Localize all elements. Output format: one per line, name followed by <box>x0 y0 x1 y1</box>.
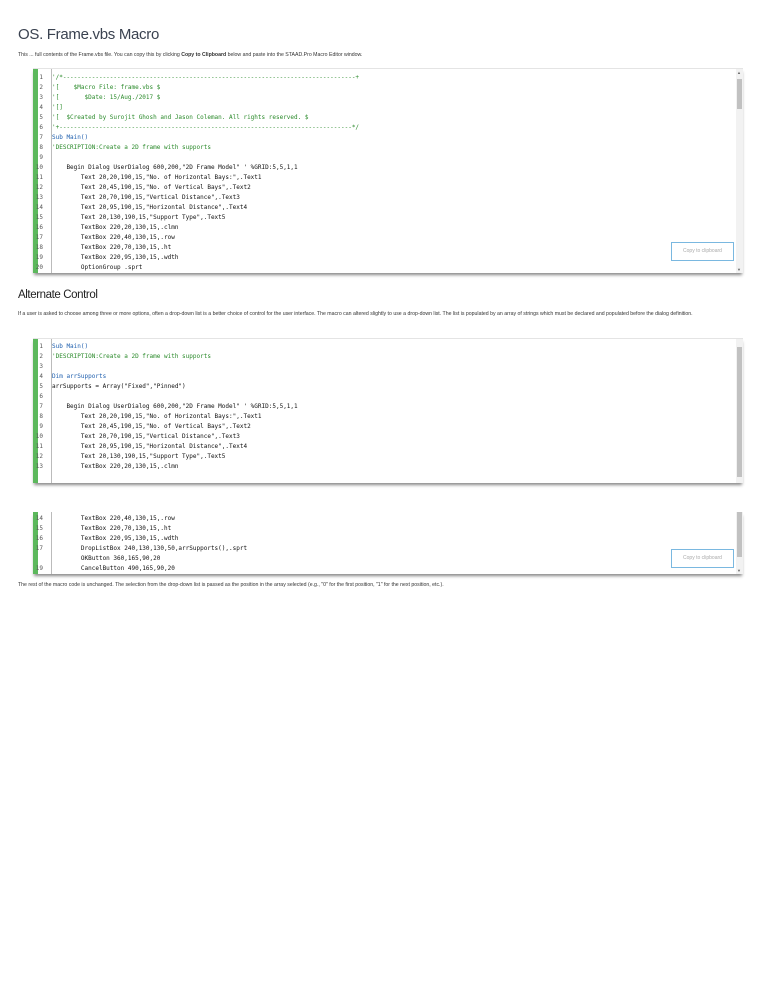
line-number: 5 <box>39 383 43 390</box>
line-number: 10 <box>35 433 43 440</box>
code-text: '/*-------------------------------------… <box>52 74 360 81</box>
scrollbar[interactable] <box>736 339 743 483</box>
copy-to-clipboard-button[interactable]: Copy to clipboard <box>671 242 734 261</box>
line-number: 1 <box>39 343 43 350</box>
intro-part: This ... full contents of the Frame.vbs … <box>18 52 182 58</box>
code-text: TextBox 220,40,130,15,.row <box>52 234 175 241</box>
code-text: TextBox 220,40,130,15,.row <box>52 515 175 522</box>
code-text: '+--------------------------------------… <box>52 124 360 131</box>
line-number: 7 <box>39 403 43 410</box>
line-number: 7 <box>39 134 43 141</box>
code-text: TextBox 220,95,130,15,.wdth <box>52 535 179 542</box>
line-number: 1 <box>39 74 43 81</box>
line-number: 17 <box>35 545 43 552</box>
code-text: Text 20,45,190,15,"No. of Vertical Bays"… <box>52 184 251 191</box>
scrollbar[interactable]: ▼ <box>736 512 743 574</box>
scroll-down-icon[interactable]: ▼ <box>737 568 741 573</box>
code-text: Begin Dialog UserDialog 600,200,"2D Fram… <box>52 164 298 171</box>
code-block-alternate[interactable]: 1 Sub Main() 2 'DESCRIPTION:Create a 2D fra… <box>33 338 743 483</box>
code-text: Text 20,20,190,15,"No. of Horizontal Bay… <box>52 174 262 181</box>
code-text: CancelButton 490,165,90,20 <box>52 565 175 572</box>
intro-end: below and paste into the STAAD.Pro Macro… <box>226 52 363 58</box>
code-text: TextBox 220,20,130,15,.clmn <box>52 224 179 231</box>
code-text: TextBox 220,20,130,15,.clmn <box>52 463 179 470</box>
line-number: 10 <box>35 164 43 171</box>
code-text: Text 20,130,190,15,"Support Type",.Text5 <box>52 214 226 221</box>
code-text: Sub Main() <box>52 343 89 350</box>
line-number: 14 <box>35 515 43 522</box>
section-title: Alternate Control <box>18 289 98 301</box>
line-number: 3 <box>39 363 43 370</box>
line-number: 6 <box>39 393 43 400</box>
code-text: Text 20,70,190,15,"Vertical Distance",.T… <box>52 433 240 440</box>
scrollbar[interactable]: ▲ ▼ <box>736 69 743 273</box>
line-number: 2 <box>39 353 43 360</box>
footer-text: The rest of the macro code is unchanged.… <box>18 582 444 588</box>
code-text: '[ $Created by Surojit Ghosh and Jason C… <box>52 114 309 121</box>
code-text: TextBox 220,95,130,15,.wdth <box>52 254 179 261</box>
code-text: Text 20,70,190,15,"Vertical Distance",.T… <box>52 194 240 201</box>
code-text: arrSupports = Array("Fixed","Pinned") <box>52 383 186 390</box>
scroll-thumb[interactable] <box>737 347 742 477</box>
line-number: 13 <box>35 463 43 470</box>
code-text: OptionGroup .sprt <box>52 264 143 271</box>
line-number: 3 <box>39 94 43 101</box>
code-text: Text 20,95,190,15,"Horizontal Distance",… <box>52 204 248 211</box>
line-number: 20 <box>35 264 43 271</box>
copy-to-clipboard-button[interactable]: Copy to clipboard <box>671 549 734 568</box>
line-number: 15 <box>35 214 43 221</box>
line-number: 8 <box>39 413 43 420</box>
code-text: Text 20,20,190,15,"No. of Horizontal Bay… <box>52 413 262 420</box>
code-text: '[] <box>52 104 63 111</box>
code-text: Text 20,130,190,15,"Support Type",.Text5 <box>52 453 226 460</box>
page-title: OS. Frame.vbs Macro <box>18 26 159 43</box>
line-number: 16 <box>35 535 43 542</box>
code-text: Text 20,45,190,15,"No. of Vertical Bays"… <box>52 423 251 430</box>
code-text: DropListBox 240,130,130,50,arrSupports()… <box>52 545 248 552</box>
scroll-down-icon[interactable]: ▼ <box>737 267 741 272</box>
scroll-thumb[interactable] <box>737 79 742 109</box>
line-number: 9 <box>39 154 43 161</box>
line-number: 14 <box>35 204 43 211</box>
code-text: OKButton 360,165,90,20 <box>52 555 161 562</box>
line-number: 19 <box>35 254 43 261</box>
code-block-alternate-continued[interactable]: ▼ Copy to clipboard 14 TextBox 220,40,13… <box>33 512 743 574</box>
code-text: '[ $Macro File: frame.vbs $ <box>52 84 161 91</box>
line-number: 19 <box>35 565 43 572</box>
line-number: 11 <box>35 174 43 181</box>
line-number: 15 <box>35 525 43 532</box>
code-text: '[ $Date: 15/Aug./2017 $ <box>52 94 161 101</box>
scroll-thumb[interactable] <box>737 512 742 557</box>
code-text: TextBox 220,70,130,15,.ht <box>52 244 172 251</box>
line-number: 16 <box>35 224 43 231</box>
code-text: 'DESCRIPTION:Create a 2D frame with supp… <box>52 353 211 360</box>
code-text: Text 20,95,190,15,"Horizontal Distance",… <box>52 443 248 450</box>
line-number: 4 <box>39 373 43 380</box>
code-text: TextBox 220,70,130,15,.ht <box>52 525 172 532</box>
section-text: If a user is asked to choose among three… <box>18 311 693 317</box>
line-number: 13 <box>35 194 43 201</box>
line-number: 6 <box>39 124 43 131</box>
code-block-frame[interactable]: ▲ ▼ Copy to clipboard 1 '/*---------------… <box>33 68 743 273</box>
line-number: 8 <box>39 144 43 151</box>
line-number: 18 <box>35 244 43 251</box>
line-number: 4 <box>39 104 43 111</box>
line-number: 12 <box>35 453 43 460</box>
scroll-up-icon[interactable]: ▲ <box>737 70 741 75</box>
intro-bold: Copy to Clipboard <box>181 52 227 58</box>
code-text: Sub Main() <box>52 134 89 141</box>
line-number: 17 <box>35 234 43 241</box>
line-number: 12 <box>35 184 43 191</box>
line-number: 9 <box>39 423 43 430</box>
line-number: 2 <box>39 84 43 91</box>
line-number: 11 <box>35 443 43 450</box>
code-text: Dim arrSupports <box>52 373 107 380</box>
code-text: 'DESCRIPTION:Create a 2D frame with supp… <box>52 144 211 151</box>
intro-text: This ... full contents of the Frame.vbs … <box>18 50 362 60</box>
code-text: Begin Dialog UserDialog 600,200,"2D Fram… <box>52 403 298 410</box>
line-number: 5 <box>39 114 43 121</box>
